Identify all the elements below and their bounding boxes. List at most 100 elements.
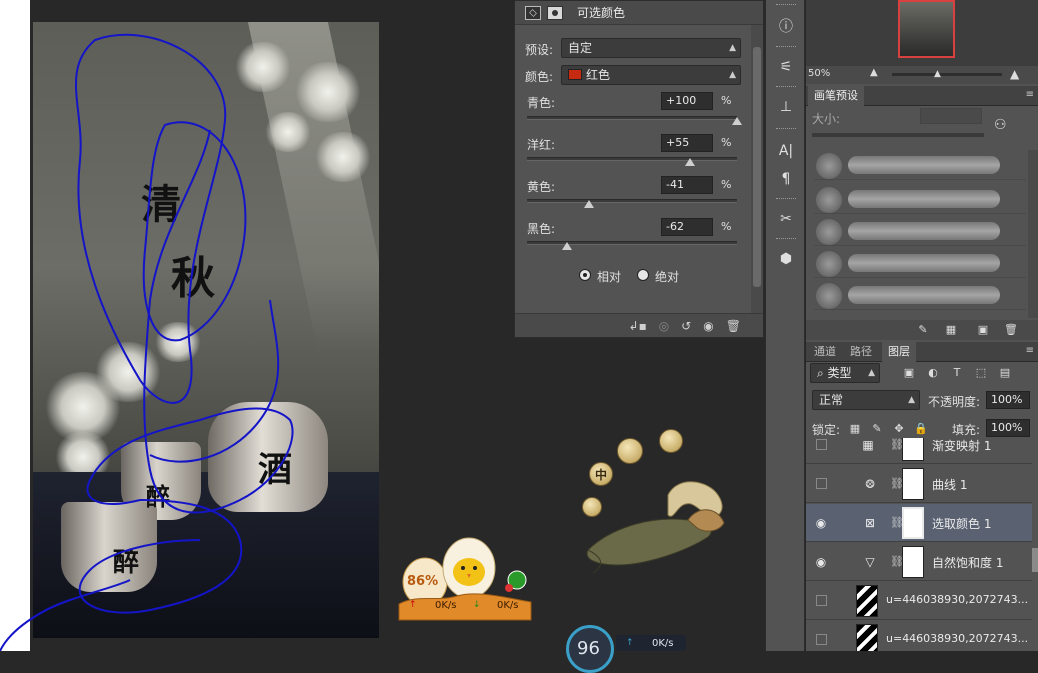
smart-object-filter-icon[interactable]: ▤ [998, 366, 1012, 380]
brush-preset-item[interactable] [814, 280, 1026, 310]
magenta-value[interactable]: +55 [661, 134, 713, 152]
type-filter-icon[interactable]: T [950, 366, 964, 380]
panel-menu-icon[interactable]: ≡ [1026, 345, 1034, 356]
mask-thumbnail[interactable] [902, 507, 924, 539]
layer-thumbnail[interactable] [856, 624, 878, 651]
panel-scrollbar[interactable] [751, 25, 763, 315]
magenta-slider-track[interactable] [527, 157, 737, 161]
zoom-in-icon[interactable]: ▲ [1010, 67, 1019, 81]
relative-radio[interactable] [579, 269, 591, 281]
trash-icon[interactable]: 🗑 [1004, 323, 1018, 337]
lock-transparent-icon[interactable]: ▦ [848, 422, 862, 436]
layer-row[interactable]: u=446038930,2072743... [806, 582, 1032, 620]
clip-to-layer-icon[interactable]: ↲▪ [629, 319, 647, 333]
zoom-out-icon[interactable]: ▲ [870, 67, 878, 78]
black-label: 黑色: [527, 222, 556, 236]
clone-source-icon[interactable]: ⊥ [774, 96, 798, 118]
shape-filter-icon[interactable]: ⬚ [974, 366, 988, 380]
yellow-slider-thumb[interactable] [583, 200, 594, 208]
paragraph-icon[interactable]: ¶ [774, 168, 798, 190]
brush-list[interactable] [806, 150, 1028, 318]
cyan-slider-track[interactable] [527, 116, 737, 120]
lock-pixels-icon[interactable]: ✎ [870, 422, 884, 436]
magenta-label: 洋红: [527, 138, 556, 152]
panel-menu-icon[interactable]: ≡ [1026, 89, 1034, 100]
tab-layers[interactable]: 图层 [882, 342, 916, 362]
adjustment-icon[interactable] [525, 5, 541, 20]
brush-list-scrollbar[interactable] [1028, 150, 1038, 318]
layer-row[interactable]: u=446038930,2072743... [806, 621, 1032, 651]
tab-brush-presets[interactable]: 画笔预设 [808, 86, 864, 106]
brush-preset-item[interactable] [814, 184, 1026, 214]
reset-icon[interactable]: ↺ [681, 319, 691, 333]
toggle-brush-icon[interactable]: ✎ [916, 323, 930, 337]
cyan-slider-thumb[interactable] [732, 117, 742, 125]
lock-all-icon[interactable]: 🔒 [914, 422, 928, 436]
brush-preset-item[interactable] [814, 216, 1026, 246]
navigator-thumbnail[interactable] [898, 0, 955, 58]
selective-color-icon: ⊠ [864, 516, 876, 530]
mask-icon[interactable] [547, 5, 563, 20]
blend-mode-dropdown[interactable]: 正常 ▲ [812, 390, 920, 410]
black-slider-thumb[interactable] [561, 242, 572, 250]
mask-thumbnail[interactable] [902, 546, 924, 578]
network-speed-widget[interactable]: 96 ↑ 0K/s [566, 625, 686, 673]
brush-preset-item[interactable] [814, 150, 1026, 180]
visibility-toggle[interactable] [816, 595, 827, 606]
mask-thumbnail[interactable] [902, 468, 924, 500]
scrollbar-thumb[interactable] [753, 47, 761, 287]
tool-presets-icon[interactable]: ✂ [774, 208, 798, 230]
adjustment-filter-icon[interactable]: ◐ [926, 366, 940, 380]
3d-icon[interactable]: ⬢ [774, 248, 798, 270]
size-slider[interactable] [812, 133, 984, 137]
pixel-filter-icon[interactable]: ▣ [902, 366, 916, 380]
cyan-value[interactable]: +100 [661, 92, 713, 110]
view-previous-icon[interactable]: ◎ [659, 319, 669, 333]
fill-field[interactable]: 100% [986, 419, 1030, 437]
layer-filter-dropdown[interactable]: ⌕ 类型 ▲ [810, 363, 880, 383]
layer-row[interactable]: ⨷ ⛓ 曲线 1 [806, 465, 1032, 503]
grid-icon[interactable]: ▦ [944, 323, 958, 337]
layer-row[interactable]: ◉ ▽ ⛓ 自然饱和度 1 [806, 543, 1032, 581]
preset-dropdown[interactable]: 自定 ▲ [561, 38, 741, 58]
moon-coin-icon[interactable] [617, 438, 643, 464]
panel-footer: ↲▪ ◎ ↺ ◉ 🗑 [515, 313, 763, 337]
mask-thumbnail[interactable] [902, 438, 924, 461]
absolute-radio[interactable] [637, 269, 649, 281]
brush-tool-icon[interactable]: ⚟ [774, 56, 798, 78]
brush-panel-icon[interactable]: ⚇ [994, 117, 1007, 133]
shirt-coin-icon[interactable] [659, 429, 683, 453]
eye-icon[interactable]: ◉ [814, 555, 828, 569]
layer-row-selected[interactable]: ◉ ⊠ ⛓ 选取颜色 1 [806, 504, 1032, 542]
character-icon[interactable]: A| [774, 140, 798, 162]
visibility-toggle[interactable] [816, 634, 827, 645]
tab-channels[interactable]: 通道 [808, 342, 842, 362]
visibility-toggle[interactable] [816, 439, 827, 450]
colors-dropdown[interactable]: 红色 ▲ [561, 65, 741, 85]
zoom-value[interactable]: 50% [808, 68, 830, 79]
zoom-slider-thumb[interactable]: ▲ [934, 69, 941, 79]
yellow-value[interactable]: -41 [661, 176, 713, 194]
layer-row[interactable]: ▦ ⛓ 渐变映射 1 [806, 438, 1032, 464]
trash-icon[interactable]: 🗑 [726, 319, 741, 333]
lock-position-icon[interactable]: ✥ [892, 422, 906, 436]
info-icon[interactable]: ⓘ [774, 16, 798, 38]
zoom-slider[interactable] [892, 73, 1002, 76]
magenta-unit: % [721, 136, 732, 149]
yellow-slider-track[interactable] [527, 199, 737, 203]
visibility-eye-icon[interactable]: ◉ [703, 319, 713, 333]
download-widget[interactable]: 86% ↑ 0K/s ↓ 0K/s [397, 532, 533, 624]
opacity-field[interactable]: 100% [986, 391, 1030, 409]
layer-thumbnail[interactable] [856, 585, 878, 617]
new-preset-icon[interactable]: ▣ [976, 323, 990, 337]
magenta-slider-thumb[interactable] [684, 158, 695, 166]
brush-preset-item[interactable] [814, 248, 1026, 278]
visibility-toggle[interactable] [816, 478, 827, 489]
eye-icon[interactable]: ◉ [814, 516, 828, 530]
black-value[interactable]: -62 [661, 218, 713, 236]
size-field[interactable] [920, 108, 982, 124]
tab-paths[interactable]: 路径 [844, 342, 878, 362]
layer-name: u=446038930,2072743... [886, 593, 1029, 606]
black-slider-track[interactable] [527, 241, 737, 245]
layers-scrollbar-thumb[interactable] [1032, 548, 1038, 572]
